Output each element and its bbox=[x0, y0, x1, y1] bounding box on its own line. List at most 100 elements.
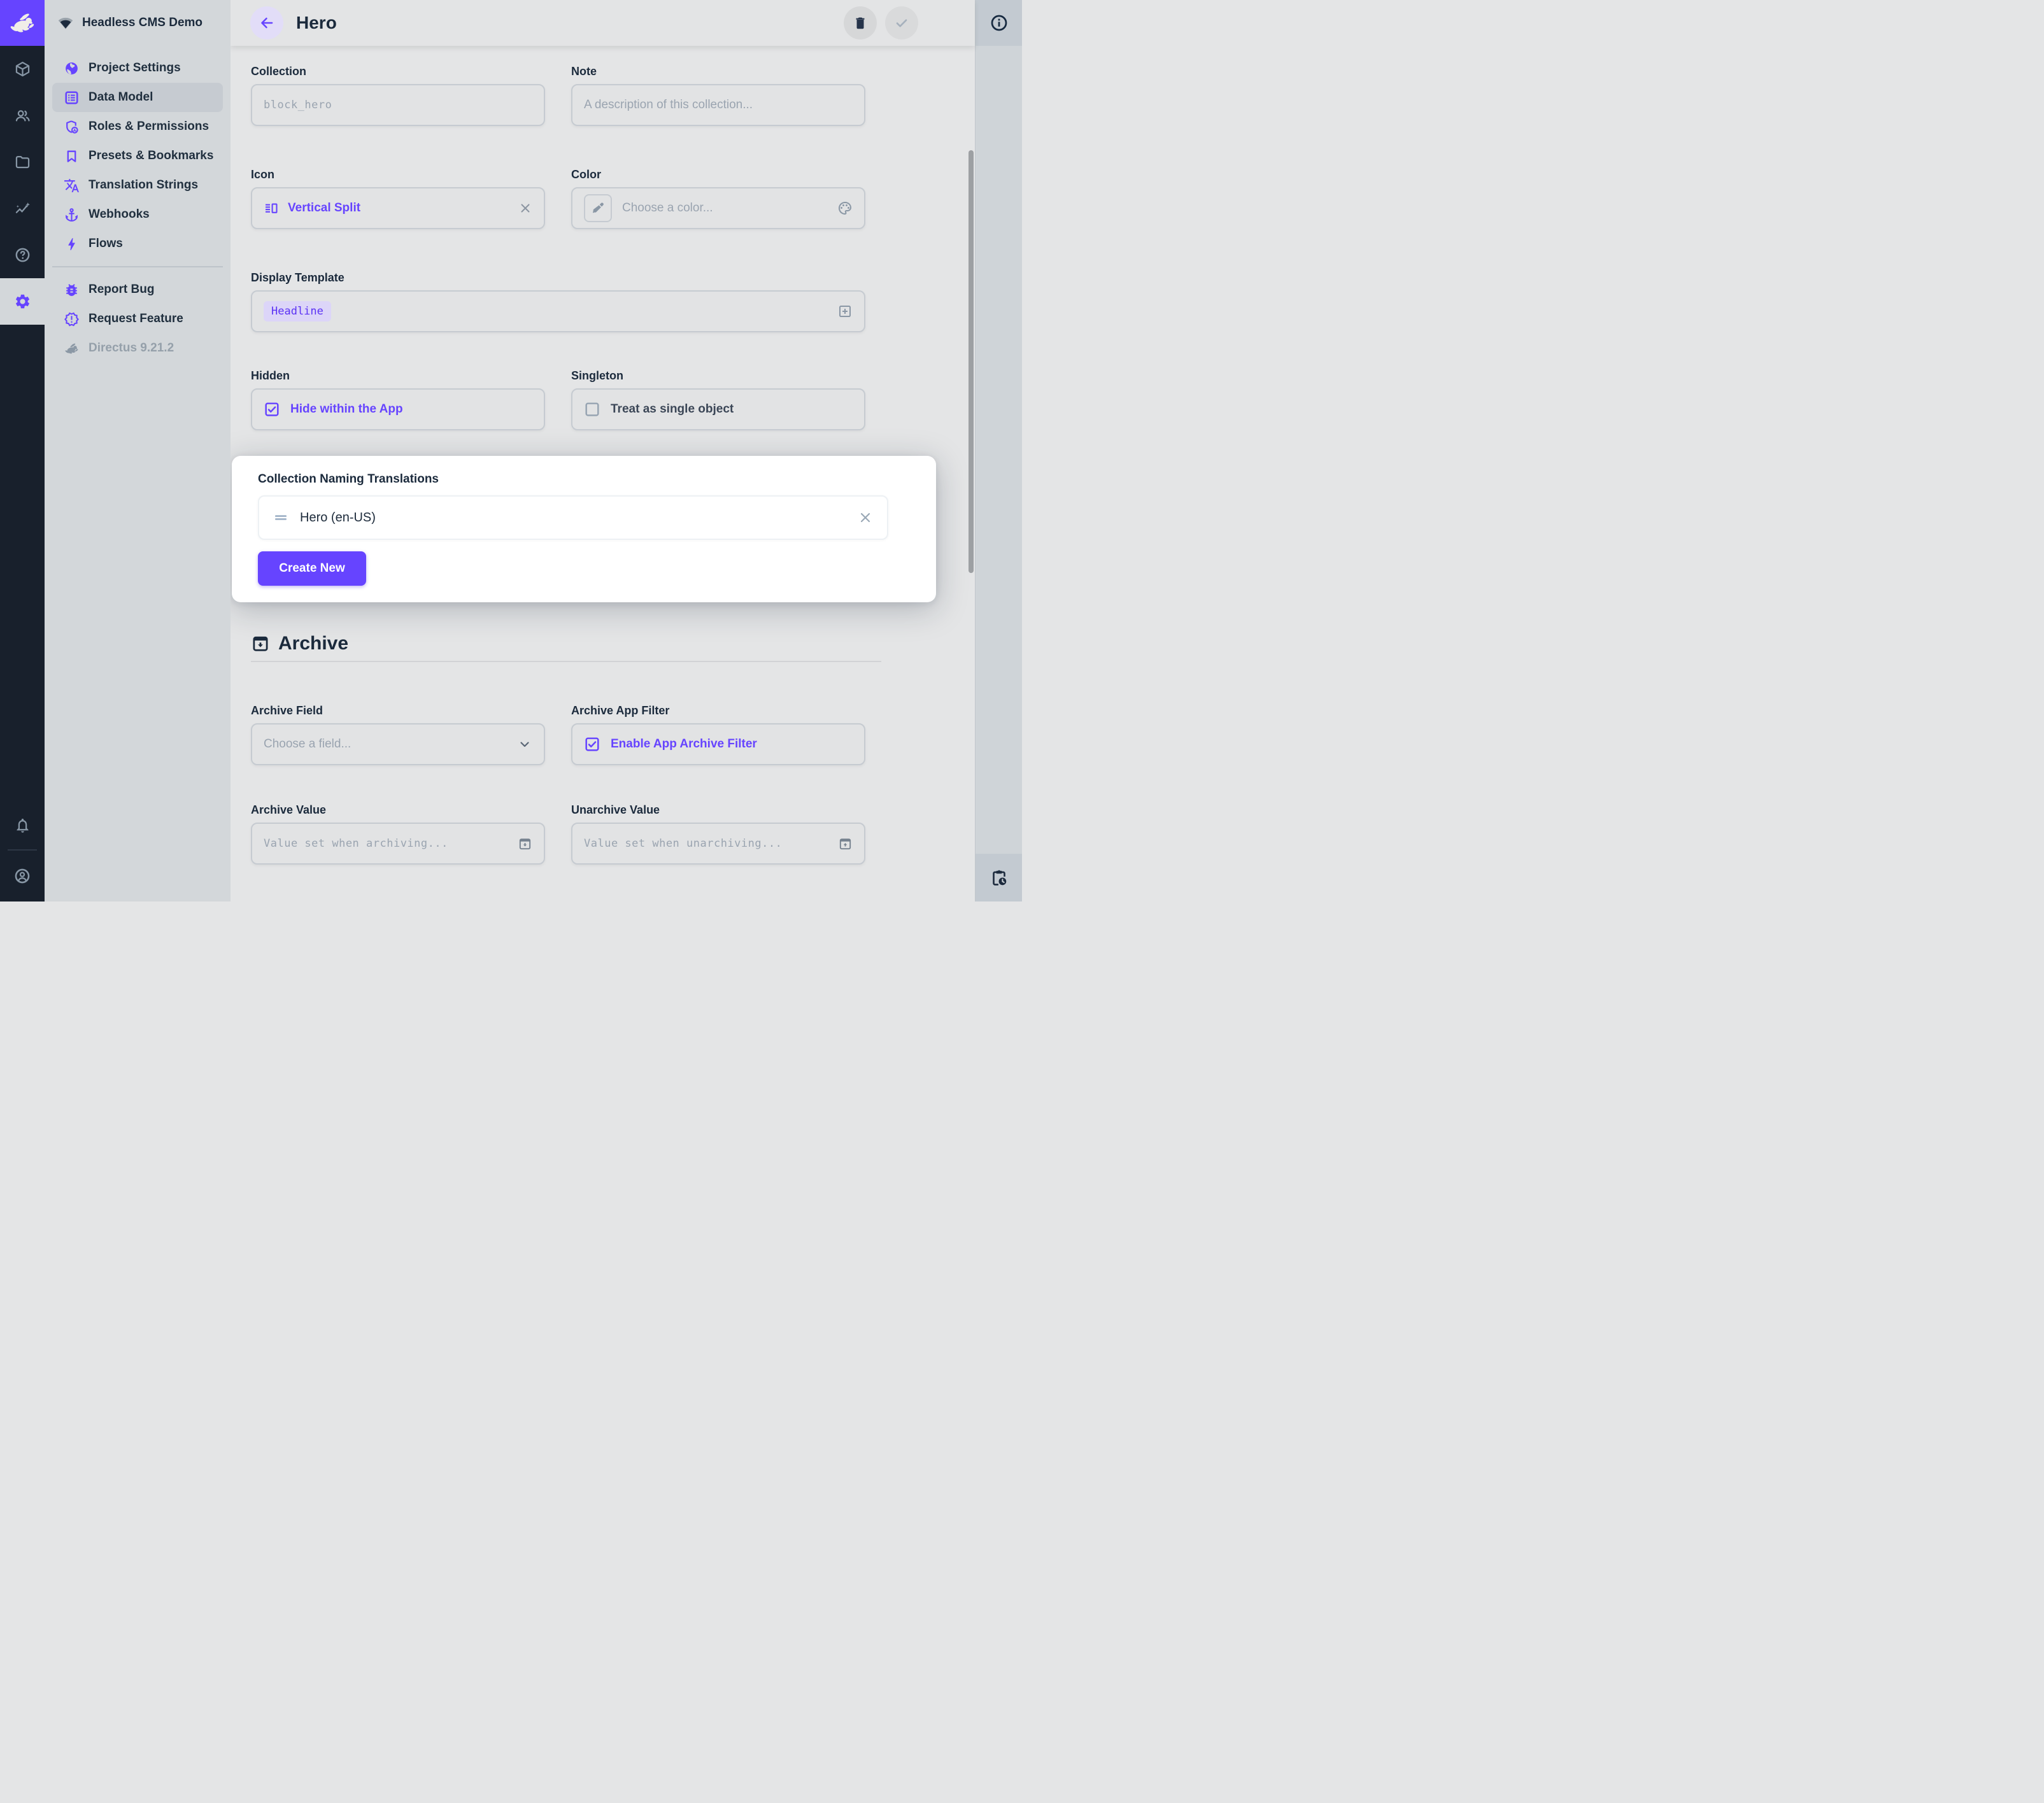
arrow-left-icon bbox=[259, 15, 275, 31]
module-content-button[interactable] bbox=[0, 46, 45, 92]
archive-field-select[interactable]: Choose a field... bbox=[251, 723, 545, 765]
vertical-scrollbar[interactable] bbox=[969, 150, 974, 573]
translation-list-item[interactable]: Hero (en-US) bbox=[258, 495, 888, 540]
rail-divider bbox=[8, 849, 37, 851]
sidebar-item-data-model[interactable]: Data Model bbox=[52, 83, 223, 112]
template-chip[interactable]: Headline bbox=[264, 301, 331, 322]
field-label: Color bbox=[571, 167, 865, 182]
rabbit-logo-icon bbox=[8, 8, 37, 38]
color-input[interactable]: Choose a color... bbox=[571, 187, 865, 229]
eyedropper-button[interactable] bbox=[584, 194, 612, 222]
user-avatar-button[interactable] bbox=[0, 856, 45, 896]
hidden-checkbox[interactable]: Hide within the App bbox=[251, 388, 545, 430]
archive-value-input[interactable]: Value set when archiving... bbox=[251, 823, 545, 865]
sidebar-item-label: Data Model bbox=[89, 90, 153, 104]
archive-section-header: Archive bbox=[251, 633, 975, 654]
remove-translation-button[interactable] bbox=[858, 510, 873, 525]
field-label: Archive Field bbox=[251, 703, 545, 718]
bolt-icon bbox=[64, 236, 80, 252]
sidebar-item-request-feature[interactable]: Request Feature bbox=[52, 304, 223, 334]
field-label: Icon bbox=[251, 167, 545, 182]
directus-logo-button[interactable] bbox=[0, 0, 45, 46]
unarchive-up-icon bbox=[838, 837, 853, 851]
sidebar-item-roles-permissions[interactable]: Roles & Permissions bbox=[52, 112, 223, 141]
sidebar-item-flows[interactable]: Flows bbox=[52, 229, 223, 258]
sidebar-item-label: Translation Strings bbox=[89, 178, 198, 192]
archive-down-icon bbox=[518, 837, 532, 851]
new-releases-icon bbox=[64, 311, 80, 327]
note-placeholder: A description of this collection... bbox=[584, 98, 753, 112]
sidebar-divider bbox=[52, 266, 223, 267]
module-users-button[interactable] bbox=[0, 92, 45, 139]
field-label: Display Template bbox=[251, 270, 975, 285]
singleton-checkbox[interactable]: Treat as single object bbox=[571, 388, 865, 430]
add-field-button[interactable] bbox=[837, 304, 853, 319]
module-help-button[interactable] bbox=[0, 232, 45, 278]
save-button[interactable] bbox=[885, 6, 918, 39]
sidebar-item-project-settings[interactable]: Project Settings bbox=[52, 53, 223, 83]
display-template-input[interactable]: Headline bbox=[251, 290, 865, 332]
collection-input[interactable]: block_hero bbox=[251, 84, 545, 126]
sidebar-item-label: Presets & Bookmarks bbox=[89, 149, 213, 163]
checkbox-label: Treat as single object bbox=[611, 402, 734, 416]
data-model-icon bbox=[64, 90, 80, 106]
field-label: Collection bbox=[251, 64, 545, 79]
module-insights-button[interactable] bbox=[0, 185, 45, 232]
field-unarchive-value: Unarchive Value Value set when unarchivi… bbox=[571, 802, 865, 865]
translate-icon bbox=[64, 178, 80, 194]
sidebar-item-presets-bookmarks[interactable]: Presets & Bookmarks bbox=[52, 141, 223, 171]
vertical-split-icon bbox=[264, 201, 279, 216]
module-files-button[interactable] bbox=[0, 139, 45, 185]
back-button[interactable] bbox=[250, 6, 283, 39]
information-panel-button[interactable] bbox=[976, 0, 1022, 46]
page-header: Hero bbox=[231, 0, 975, 46]
archive-field-placeholder: Choose a field... bbox=[264, 737, 351, 751]
project-name: Headless CMS Demo bbox=[82, 16, 202, 30]
sidebar-item-label: Flows bbox=[89, 237, 123, 251]
clear-icon-button[interactable] bbox=[518, 201, 532, 215]
clipboard-clock-icon bbox=[990, 868, 1009, 887]
archive-icon bbox=[251, 634, 270, 653]
archive-app-filter-checkbox[interactable]: Enable App Archive Filter bbox=[571, 723, 865, 765]
unarchive-value-input[interactable]: Value set when unarchiving... bbox=[571, 823, 865, 865]
checkbox-label: Enable App Archive Filter bbox=[611, 737, 757, 751]
palette-icon[interactable] bbox=[837, 201, 853, 216]
field-archive-app-filter: Archive App Filter Enable App Archive Fi… bbox=[571, 703, 865, 765]
field-archive-value: Archive Value Value set when archiving..… bbox=[251, 802, 545, 865]
signal-status-icon bbox=[57, 15, 74, 31]
translation-label: Hero (en-US) bbox=[300, 511, 376, 525]
note-input[interactable]: A description of this collection... bbox=[571, 84, 865, 126]
checkbox-checked-icon bbox=[264, 401, 280, 418]
notifications-button[interactable] bbox=[0, 805, 45, 845]
box-icon bbox=[14, 60, 31, 78]
sidebar-item-webhooks[interactable]: Webhooks bbox=[52, 200, 223, 229]
delete-collection-button[interactable] bbox=[844, 6, 877, 39]
translations-title: Collection Naming Translations bbox=[258, 472, 936, 486]
sidebar-item-translation-strings[interactable]: Translation Strings bbox=[52, 171, 223, 200]
module-settings-button[interactable] bbox=[0, 278, 45, 325]
sidebar-item-report-bug[interactable]: Report Bug bbox=[52, 275, 223, 304]
version-label: Directus 9.21.2 bbox=[89, 341, 174, 355]
field-label: Unarchive Value bbox=[571, 802, 865, 817]
navigation-sidebar: Headless CMS Demo Project Settings bbox=[45, 0, 231, 902]
field-singleton: Singleton Treat as single object bbox=[571, 368, 865, 430]
check-icon bbox=[893, 15, 910, 31]
anchor-icon bbox=[64, 207, 80, 223]
field-collection: Collection block_hero bbox=[251, 64, 545, 126]
field-archive-field: Archive Field Choose a field... bbox=[251, 703, 545, 765]
field-label: Singleton bbox=[571, 368, 865, 383]
main-panel: Hero Collection bbox=[231, 0, 975, 902]
drag-handle-icon[interactable] bbox=[273, 510, 288, 525]
module-bar bbox=[0, 0, 45, 902]
page-title: Hero bbox=[296, 13, 337, 33]
field-icon: Icon Vertical Split bbox=[251, 167, 545, 229]
checkbox-unchecked-icon bbox=[584, 401, 600, 418]
archive-divider bbox=[251, 661, 881, 662]
project-header[interactable]: Headless CMS Demo bbox=[45, 0, 231, 46]
revisions-panel-button[interactable] bbox=[976, 854, 1022, 902]
archive-section-title: Archive bbox=[278, 633, 348, 654]
create-new-button[interactable]: Create New bbox=[258, 551, 366, 586]
field-note: Note A description of this collection... bbox=[571, 64, 865, 126]
icon-select[interactable]: Vertical Split bbox=[251, 187, 545, 229]
bug-icon bbox=[64, 282, 80, 298]
